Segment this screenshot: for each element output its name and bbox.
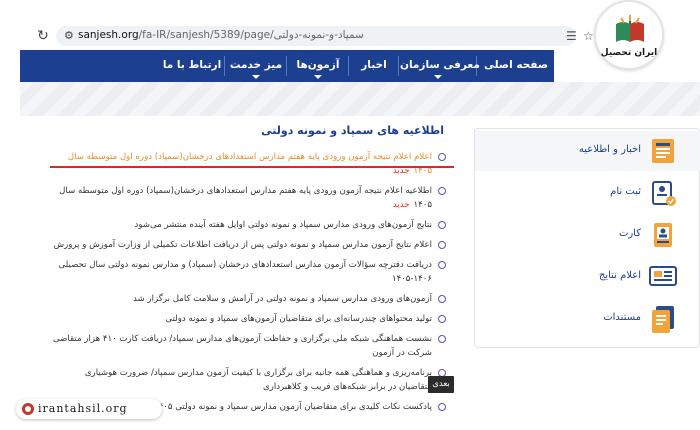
watermark-text: irantahsil.org	[38, 402, 128, 415]
reload-icon[interactable]: ↻	[34, 27, 52, 45]
book-crest-icon	[616, 15, 644, 42]
news-link[interactable]: دریافت دفترچه سؤالات آزمون مدارس استعداد…	[58, 260, 432, 284]
bullet-icon	[438, 221, 446, 229]
sidebar-item-news[interactable]: اخبار و اطلاعیه	[475, 131, 700, 171]
news-link[interactable]: نشست هماهنگی شبکه ملی برگزاری و حفاظت آز…	[53, 334, 432, 358]
nav-about[interactable]: معرفی سازمان	[400, 50, 480, 82]
url-host: sanjesh.org	[78, 29, 139, 41]
translate-icon[interactable]: ☰	[566, 29, 577, 43]
main-nav: صفحه اصلی معرفی سازمان اخبار آزمون‌ها می…	[20, 50, 554, 82]
sidebar-item-label: ثبت نام	[610, 186, 641, 197]
news-link[interactable]: اطلاعیه اعلام نتیجه آزمون ورودی پایه هفت…	[59, 186, 432, 210]
bullet-icon	[438, 261, 446, 269]
new-badge: جدید	[392, 200, 410, 210]
irantahsil-logo: ایران تحصیل	[594, 0, 664, 70]
list-item[interactable]: تولید محتواهای چندرسانه‌ای برای متقاضیان…	[52, 312, 446, 326]
list-item[interactable]: نشست هماهنگی شبکه ملی برگزاری و حفاظت آز…	[52, 332, 446, 360]
site-watermark: irantahsil.org	[16, 399, 162, 419]
chevron-down-icon	[252, 75, 260, 79]
sidebar: اخبار و اطلاعیه ثبت نام کارت اعلام نتایج…	[474, 128, 700, 348]
news-link[interactable]: تولید محتواهای چندرسانه‌ای برای متقاضیان…	[165, 314, 432, 324]
url-path: /fa-IR/sanjesh/5389/page/سمپاد-و-نمونه-د…	[138, 29, 364, 41]
list-item[interactable]: اعلام نتایج آزمون مدارس سمپاد و نمونه دو…	[52, 238, 446, 252]
next-page-button[interactable]: بعدی	[428, 376, 454, 393]
list-item[interactable]: برنامه‌ریزی و هماهنگی همه جانبه برای برگ…	[52, 366, 446, 394]
list-item[interactable]: دریافت دفترچه سؤالات آزمون مدارس استعداد…	[52, 258, 446, 286]
bullet-icon	[438, 153, 446, 161]
results-icon	[649, 266, 677, 286]
bullet-icon	[438, 403, 446, 411]
highlight-underline	[50, 166, 454, 168]
list-item[interactable]: اطلاعیه اعلام نتیجه آزمون ورودی پایه هفت…	[52, 184, 446, 212]
location-pin-icon	[22, 403, 34, 415]
sidebar-item-label: مستندات	[603, 312, 641, 323]
sidebar-item-label: کارت	[618, 228, 641, 239]
nav-contact[interactable]: ارتباط با ما	[160, 50, 224, 82]
card-icon	[654, 223, 672, 247]
news-link[interactable]: برنامه‌ریزی و هماهنگی همه جانبه برای برگ…	[85, 368, 432, 392]
site-info-icon[interactable]: ⚙	[64, 29, 74, 42]
nav-news[interactable]: اخبار	[350, 50, 398, 82]
news-list: اعلام اعلام نتیجه آزمون ورودی پایه هفتم …	[52, 150, 446, 420]
news-link[interactable]: نتایج آزمون‌های ورودی مدارس سمپاد و نمون…	[135, 220, 432, 230]
sidebar-item-label: اعلام نتایج	[598, 270, 641, 281]
registration-icon	[652, 181, 676, 206]
url-text[interactable]: sanjesh.org/fa-IR/sanjesh/5389/page/سمپا…	[78, 29, 364, 41]
header-banner	[20, 82, 700, 116]
news-icon	[652, 139, 674, 163]
documents-icon	[652, 306, 674, 333]
news-link[interactable]: آزمون‌های ورودی مدارس سمپاد و نمونه دولت…	[133, 294, 432, 304]
address-bar[interactable]: ⚙ sanjesh.org/fa-IR/sanjesh/5389/page/سم…	[56, 26, 576, 46]
nav-exams[interactable]: آزمون‌ها	[288, 50, 348, 82]
news-link[interactable]: اعلام نتایج آزمون مدارس سمپاد و نمونه دو…	[54, 240, 432, 250]
bullet-icon	[438, 295, 446, 303]
list-item[interactable]: نتایج آزمون‌های ورودی مدارس سمپاد و نمون…	[52, 218, 446, 232]
chevron-down-icon	[434, 75, 442, 79]
sidebar-item-card[interactable]: کارت	[475, 215, 700, 255]
news-link[interactable]: اعلام اعلام نتیجه آزمون ورودی پایه هفتم …	[68, 152, 432, 176]
nav-home[interactable]: صفحه اصلی	[478, 50, 554, 82]
bullet-icon	[438, 315, 446, 323]
chevron-down-icon	[314, 75, 322, 79]
sidebar-item-label: اخبار و اطلاعیه	[578, 144, 641, 155]
nav-service-desk[interactable]: میز خدمت	[226, 50, 286, 82]
bullet-icon	[438, 335, 446, 343]
news-link[interactable]: پادکست نکات کلیدی برای متقاضیان آزمون مد…	[154, 402, 432, 412]
page-title: اطلاعیه های سمپاد و نمونه دولتی	[261, 124, 444, 137]
bullet-icon	[438, 187, 446, 195]
bookmark-star-icon[interactable]: ☆	[583, 29, 594, 43]
sidebar-item-documents[interactable]: مستندات	[475, 299, 700, 339]
logo-text: ایران تحصیل	[600, 48, 658, 58]
sidebar-item-results[interactable]: اعلام نتایج	[475, 257, 700, 297]
list-item[interactable]: آزمون‌های ورودی مدارس سمپاد و نمونه دولت…	[52, 292, 446, 306]
list-item[interactable]: اعلام اعلام نتیجه آزمون ورودی پایه هفتم …	[52, 150, 446, 178]
sidebar-item-registration[interactable]: ثبت نام	[475, 173, 700, 213]
bullet-icon	[438, 241, 446, 249]
